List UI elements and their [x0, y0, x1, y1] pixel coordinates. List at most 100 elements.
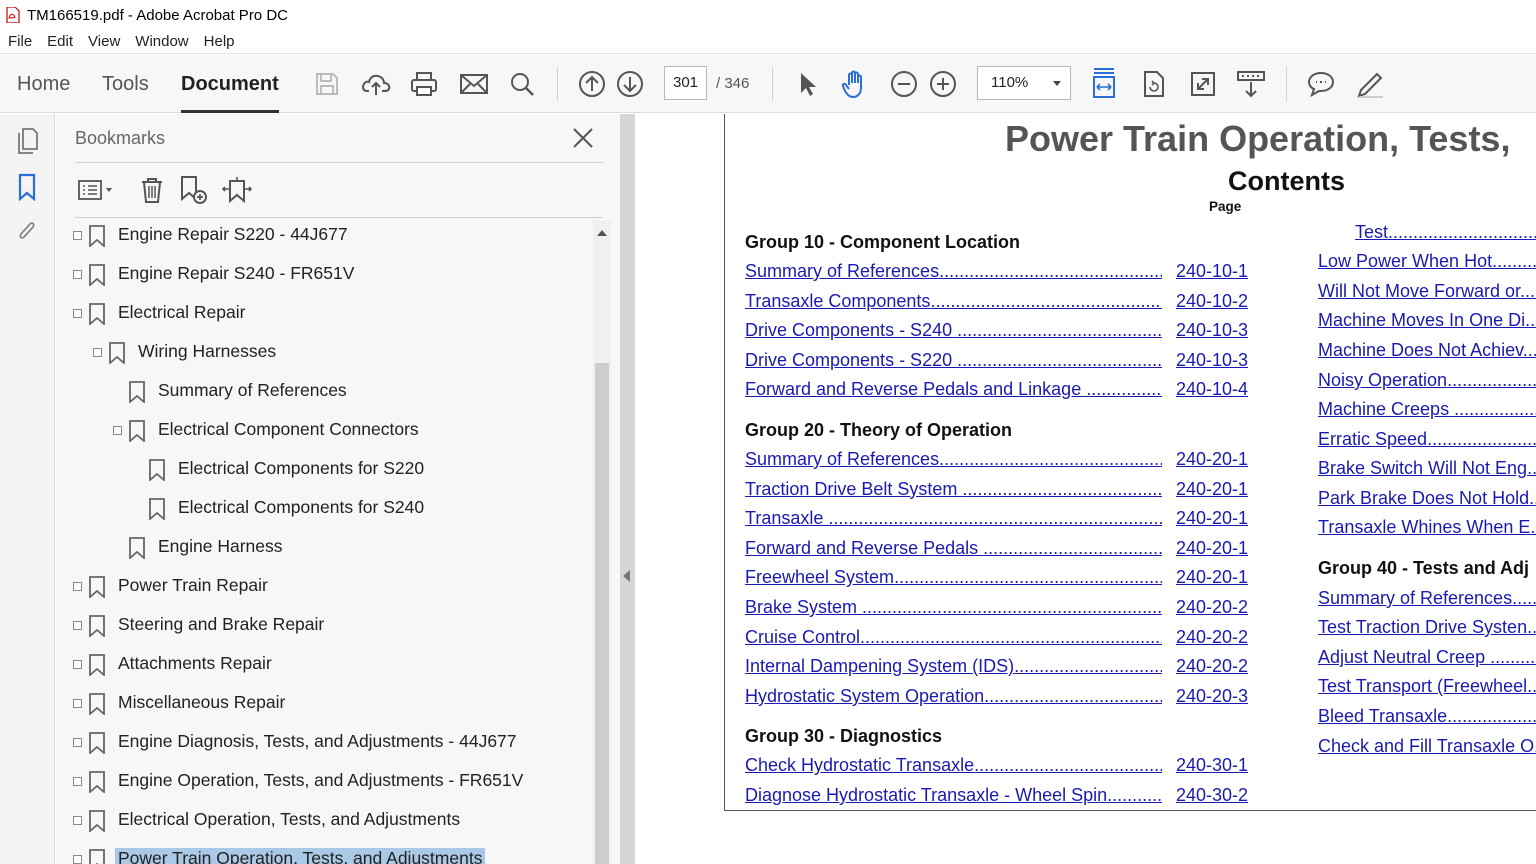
bookmark-item[interactable]: Electrical Components for S220	[56, 451, 592, 487]
zoom-out-icon[interactable]	[889, 69, 919, 99]
zoom-in-icon[interactable]	[928, 69, 958, 99]
toc-entry-link[interactable]: Test Traction Drive Systen..............…	[1318, 617, 1536, 638]
toc-entry-link[interactable]: Drive Components - S220 ................…	[745, 350, 1162, 371]
toc-entry-link[interactable]: Summary of References...................…	[745, 449, 1162, 470]
document-view[interactable]: Power Train Operation, Tests, Contents P…	[635, 114, 1536, 864]
rotate-page-icon[interactable]	[1139, 69, 1169, 99]
toc-entry-page[interactable]: 240-20-1	[1176, 449, 1248, 470]
bookmark-item[interactable]: Attachments Repair	[56, 646, 592, 682]
toc-entry-page[interactable]: 240-10-2	[1176, 291, 1248, 312]
toc-entry[interactable]: Machine Does Not Achiev.................…	[1318, 340, 1536, 364]
toc-entry[interactable]: Low Power When Hot......................…	[1318, 251, 1536, 275]
toc-entry[interactable]: Drive Components - S220 ................…	[745, 350, 1255, 374]
toc-entry-page[interactable]: 240-20-3	[1176, 686, 1248, 707]
expand-toggle-icon[interactable]	[73, 738, 82, 747]
toc-entry-link[interactable]: Machine Moves In One Di.................…	[1318, 310, 1536, 331]
toc-entry[interactable]: Forward and Reverse Pedals and Linkage .…	[745, 379, 1255, 403]
bookmark-item[interactable]: Electrical Component Connectors	[56, 412, 592, 448]
attachments-icon[interactable]	[12, 216, 42, 246]
toc-entry-page[interactable]: 240-20-1	[1176, 479, 1248, 500]
toc-entry[interactable]: Drive Components - S240 ................…	[745, 320, 1255, 344]
toc-entry-page[interactable]: 240-20-1	[1176, 567, 1248, 588]
toc-entry[interactable]: Cruise Control..........................…	[745, 627, 1255, 651]
toc-entry-link[interactable]: Machine Creeps .........................…	[1318, 399, 1536, 420]
expand-toggle-icon[interactable]	[73, 660, 82, 669]
chevron-up-icon[interactable]	[597, 230, 607, 236]
toc-entry-link[interactable]: Brake Switch Will Not Eng...............…	[1318, 458, 1536, 479]
menu-help[interactable]: Help	[204, 33, 235, 50]
tab-document[interactable]: Document	[181, 55, 279, 113]
toc-entry[interactable]: Park Brake Does Not Hold................…	[1318, 488, 1536, 512]
toc-entry[interactable]: Check Hydrostatic Transaxle.............…	[745, 755, 1255, 779]
toc-entry[interactable]: Summary of References...................…	[745, 261, 1255, 285]
toc-entry[interactable]: Brake Switch Will Not Eng...............…	[1318, 458, 1536, 482]
previous-page-icon[interactable]	[577, 69, 607, 99]
toc-entry[interactable]: Machine Moves In One Di.................…	[1318, 310, 1536, 334]
bookmarks-icon[interactable]	[12, 172, 42, 202]
toc-entry[interactable]: Transaxle Components....................…	[745, 291, 1255, 315]
toc-entry-page[interactable]: 240-10-3	[1176, 350, 1248, 371]
expand-toggle-icon[interactable]	[73, 699, 82, 708]
toc-entry[interactable]: Will Not Move Forward or................…	[1318, 281, 1536, 305]
toc-entry-link[interactable]: Drive Components - S240 ................…	[745, 320, 1162, 341]
expand-toggle-icon[interactable]	[73, 270, 82, 279]
expand-toggle-icon[interactable]	[73, 309, 82, 318]
tab-home[interactable]: Home	[17, 55, 70, 113]
toc-entry-link[interactable]: Check and Fill Transaxle O..............…	[1318, 736, 1536, 757]
bookmark-item[interactable]: Engine Operation, Tests, and Adjustments…	[56, 763, 592, 799]
toc-entry-link[interactable]: Test....................................…	[1355, 222, 1536, 243]
toc-entry[interactable]: Erratic Speed...........................…	[1318, 429, 1536, 453]
bookmark-item[interactable]: Miscellaneous Repair	[56, 685, 592, 721]
toc-entry-link[interactable]: Bleed Transaxle.........................…	[1318, 706, 1536, 727]
page-number-input[interactable]: 301	[664, 66, 707, 100]
panel-splitter[interactable]	[620, 114, 635, 864]
toc-entry-page[interactable]: 240-10-1	[1176, 261, 1248, 282]
toc-entry[interactable]: Forward and Reverse Pedals .............…	[745, 538, 1255, 562]
next-page-icon[interactable]	[615, 69, 645, 99]
toc-entry-link[interactable]: Noisy Operation.........................…	[1318, 370, 1536, 391]
toc-entry[interactable]: Adjust Neutral Creep ...................…	[1318, 647, 1536, 671]
toc-entry-page[interactable]: 240-20-2	[1176, 656, 1248, 677]
toc-entry[interactable]: Freewheel System........................…	[745, 567, 1255, 591]
scroll-mode-icon[interactable]	[1236, 69, 1266, 99]
toc-entry-link[interactable]: Cruise Control..........................…	[745, 627, 1162, 648]
expand-toggle-icon[interactable]	[73, 231, 82, 240]
expand-toggle-icon[interactable]	[113, 426, 122, 435]
bookmark-item[interactable]: Summary of References	[56, 373, 592, 409]
bookmark-item[interactable]: Electrical Operation, Tests, and Adjustm…	[56, 802, 592, 838]
bookmark-item[interactable]: Electrical Repair	[56, 295, 592, 331]
zoom-select[interactable]: 110%	[977, 66, 1071, 100]
toc-entry-page[interactable]: 240-20-2	[1176, 627, 1248, 648]
full-screen-icon[interactable]	[1188, 69, 1218, 99]
toc-entry-link[interactable]: Freewheel System........................…	[745, 567, 1162, 588]
bookmark-item[interactable]: Engine Diagnosis, Tests, and Adjustments…	[56, 724, 592, 760]
scrollbar-thumb[interactable]	[595, 363, 609, 864]
collapse-panel-icon[interactable]	[623, 570, 630, 582]
email-icon[interactable]	[459, 69, 489, 99]
new-bookmark-icon[interactable]	[179, 174, 209, 206]
expand-toggle-icon[interactable]	[73, 855, 82, 864]
toc-entry-page[interactable]: 240-30-1	[1176, 755, 1248, 776]
toc-entry-link[interactable]: Forward and Reverse Pedals .............…	[745, 538, 1162, 559]
page-thumbnails-icon[interactable]	[12, 126, 42, 156]
bookmark-item[interactable]: Wiring Harnesses	[56, 334, 592, 370]
toc-entry[interactable]: Test Traction Drive Systen..............…	[1318, 617, 1536, 641]
toc-entry-page[interactable]: 240-20-1	[1176, 538, 1248, 559]
toc-entry-link[interactable]: Transaxle ..............................…	[745, 508, 1162, 529]
menu-edit[interactable]: Edit	[47, 33, 73, 50]
toc-entry[interactable]: Bleed Transaxle.........................…	[1318, 706, 1536, 730]
toc-entry[interactable]: Transaxle Whines When E.................…	[1318, 517, 1536, 541]
toc-entry[interactable]: Noisy Operation.........................…	[1318, 370, 1536, 394]
toc-entry[interactable]: Check and Fill Transaxle O..............…	[1318, 736, 1536, 760]
expand-toggle-icon[interactable]	[73, 816, 82, 825]
comment-icon[interactable]	[1306, 69, 1336, 99]
bookmark-item[interactable]: Steering and Brake Repair	[56, 607, 592, 643]
toc-entry-link[interactable]: Low Power When Hot......................…	[1318, 251, 1536, 272]
toc-entry-page[interactable]: 240-20-1	[1176, 508, 1248, 529]
toc-entry[interactable]: Test....................................…	[1355, 222, 1536, 246]
toc-entry[interactable]: Summary of References...................…	[745, 449, 1255, 473]
expand-bookmark-icon[interactable]	[221, 174, 253, 206]
toc-entry-link[interactable]: Machine Does Not Achiev.................…	[1318, 340, 1536, 361]
bookmark-item[interactable]: Power Train Operation, Tests, and Adjust…	[56, 841, 592, 864]
fit-width-icon[interactable]	[1089, 67, 1119, 101]
